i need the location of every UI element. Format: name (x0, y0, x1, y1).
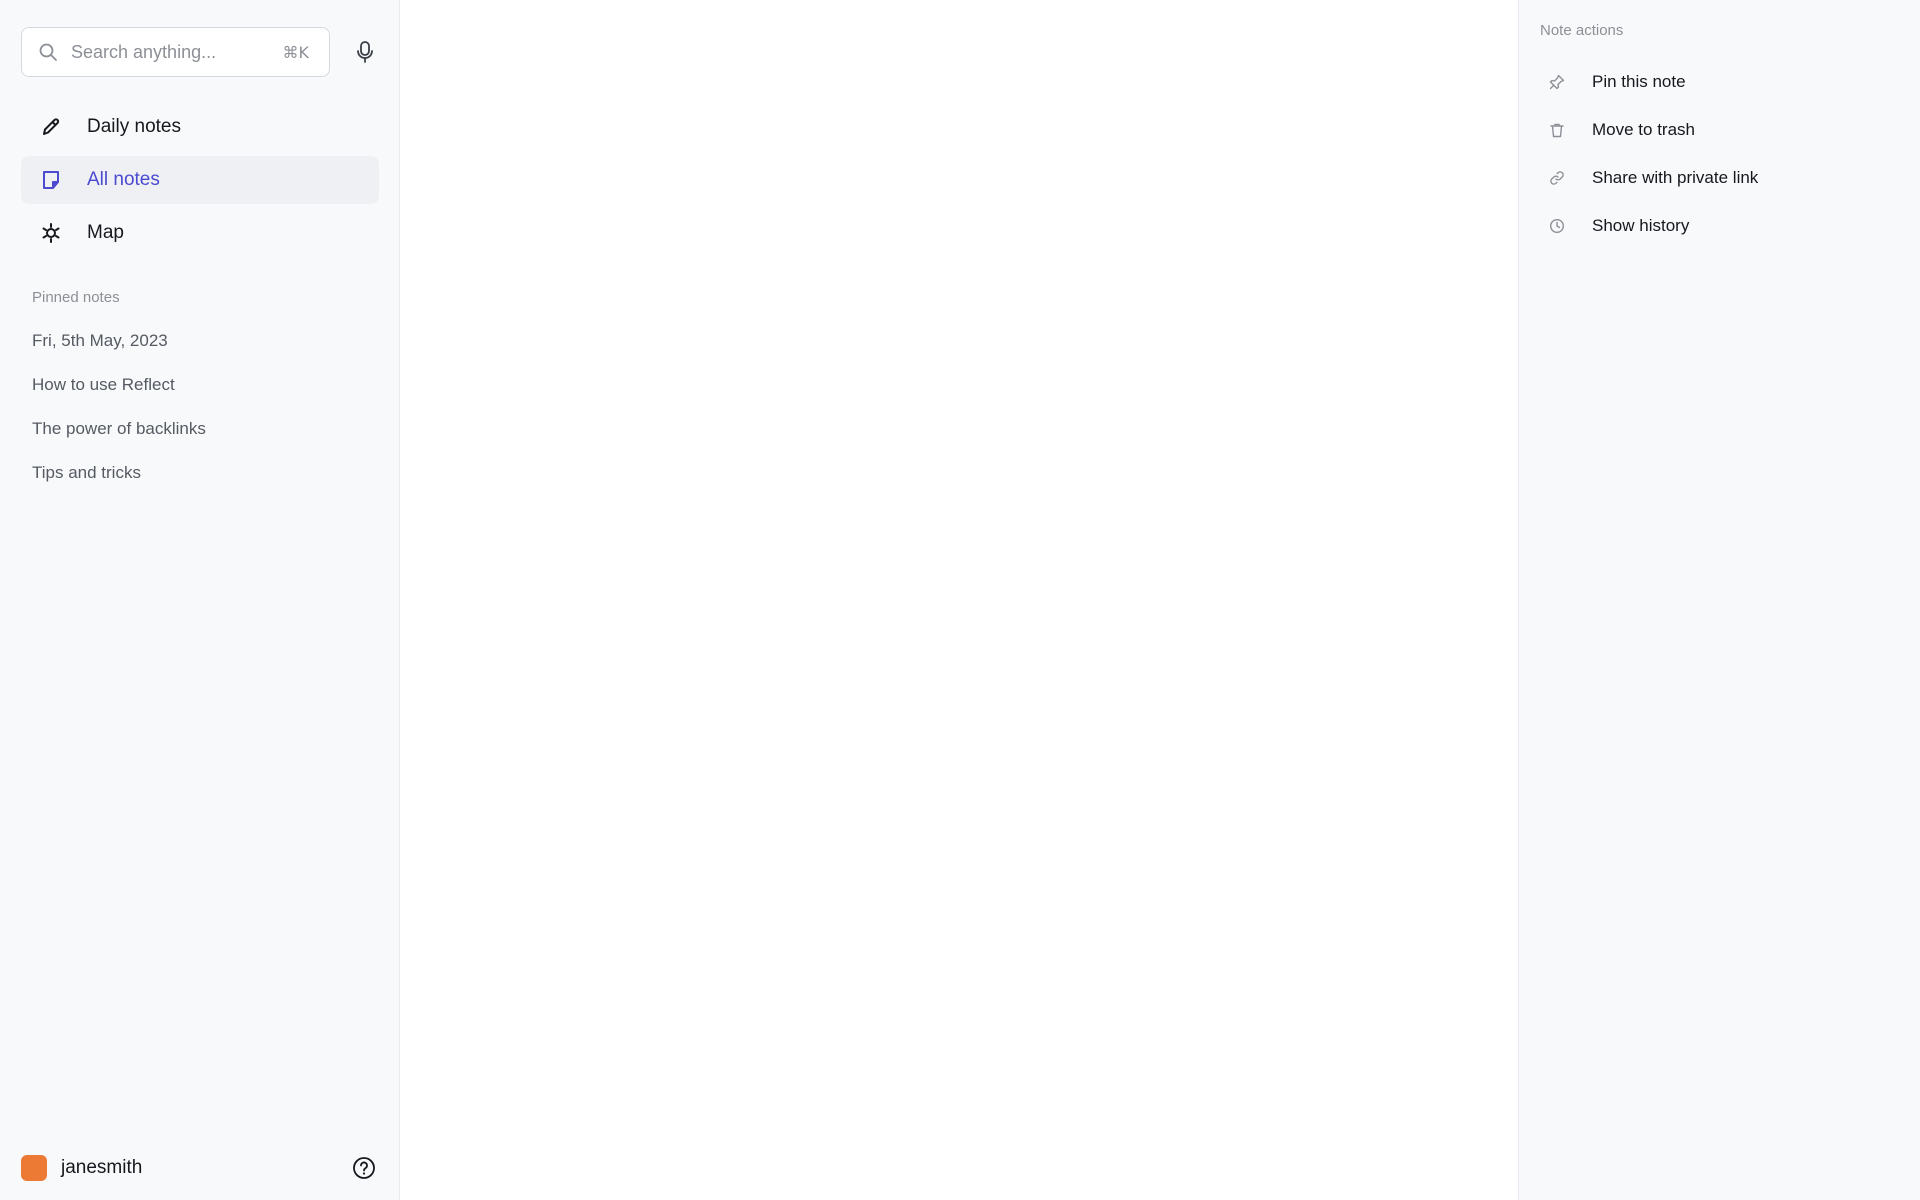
trash-icon (1548, 121, 1566, 139)
action-label: Move to trash (1592, 120, 1695, 139)
note-icon (39, 168, 63, 192)
microphone-icon[interactable] (351, 38, 379, 66)
search-shortcut: ⌘K (282, 42, 310, 62)
pinned-note[interactable]: Fri, 5th May, 2023 (32, 326, 206, 370)
move-to-trash-button[interactable]: Move to trash (1548, 106, 1898, 154)
search-icon (38, 42, 58, 62)
pinned-notes-list: Fri, 5th May, 2023 How to use Reflect Th… (32, 326, 206, 502)
search-box[interactable]: ⌘K (21, 27, 330, 77)
nav-item-map[interactable]: Map (21, 209, 379, 257)
action-label: Share with private link (1592, 168, 1759, 187)
note-actions-header: Note actions (1540, 22, 1624, 39)
avatar[interactable] (21, 1155, 47, 1181)
pencil-icon (39, 115, 63, 139)
help-icon[interactable] (351, 1155, 377, 1181)
pin-icon (1548, 73, 1566, 91)
action-label: Show history (1592, 216, 1690, 235)
link-icon (1548, 169, 1566, 187)
search-input[interactable] (71, 41, 271, 63)
note-actions-panel: Note actions Pin this note Move to trash… (1518, 0, 1920, 1200)
username[interactable]: janesmith (61, 1157, 142, 1179)
nav-item-label: All notes (87, 169, 160, 190)
nav-item-label: Daily notes (87, 116, 181, 137)
user-row: janesmith (21, 1153, 377, 1183)
note-actions-list: Pin this note Move to trash Share with p… (1548, 58, 1898, 250)
pinned-notes-header: Pinned notes (32, 289, 120, 306)
show-history-button[interactable]: Show history (1548, 202, 1898, 250)
clock-icon (1548, 217, 1566, 235)
pinned-note[interactable]: The power of backlinks (32, 414, 206, 458)
action-label: Pin this note (1592, 72, 1686, 91)
nav-item-all-notes[interactable]: All notes (21, 156, 379, 204)
nav-item-daily-notes[interactable]: Daily notes (21, 103, 379, 151)
left-sidebar: ⌘K Daily notes (0, 0, 400, 1200)
share-private-link-button[interactable]: Share with private link (1548, 154, 1898, 202)
note-editor-area[interactable] (400, 0, 1518, 1200)
pinned-note[interactable]: Tips and tricks (32, 458, 206, 502)
map-icon (39, 221, 63, 245)
main-nav: Daily notes All notes Map (21, 103, 379, 262)
nav-item-label: Map (87, 222, 124, 243)
app-window: ⌘K Daily notes (0, 0, 1920, 1200)
pin-note-button[interactable]: Pin this note (1548, 58, 1898, 106)
search-row: ⌘K (21, 27, 381, 77)
pinned-note[interactable]: How to use Reflect (32, 370, 206, 414)
